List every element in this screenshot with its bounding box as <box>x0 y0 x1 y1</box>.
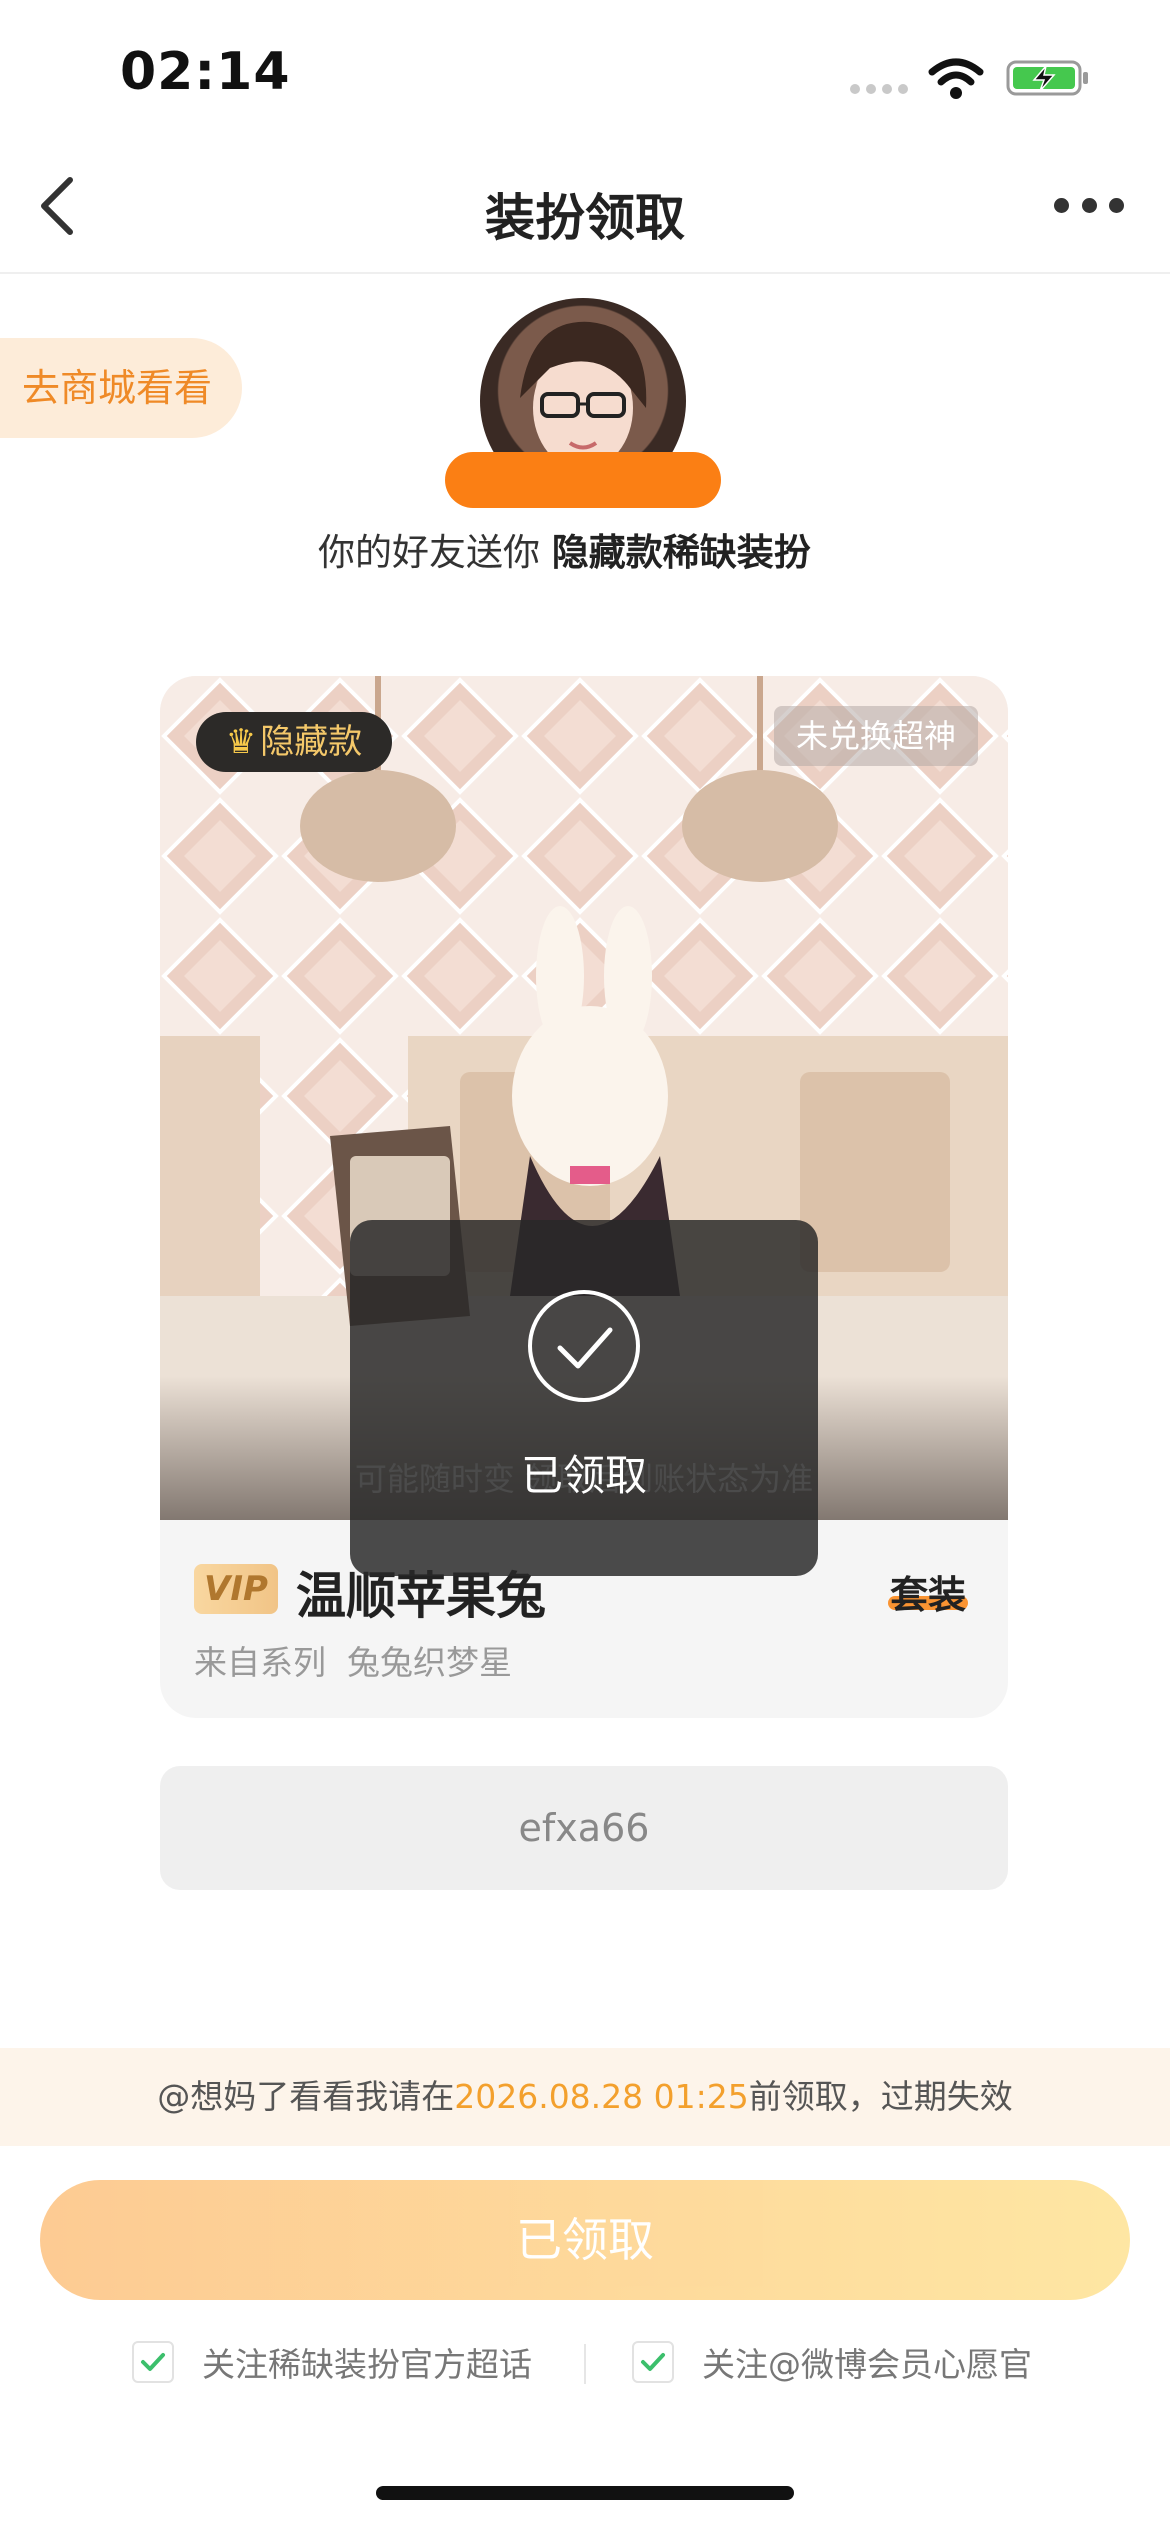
more-options-icon[interactable] <box>1054 198 1124 214</box>
series-info: 来自系列 兔兔织梦星 <box>194 1643 512 1682</box>
claim-button[interactable]: 已领取 <box>40 2180 1130 2300</box>
friend-name-redacted <box>445 452 721 508</box>
follow-label: 关注@微博会员心愿官 <box>702 2345 1032 2384</box>
follow-option-account[interactable]: 关注@微博会员心愿官 <box>632 2338 1032 2386</box>
check-icon <box>141 2353 165 2371</box>
follow-label: 关注稀缺装扮官方超话 <box>202 2345 532 2384</box>
claimed-toast: 已领取 <box>350 1220 818 1576</box>
home-indicator[interactable] <box>376 2486 794 2500</box>
battery-charging-icon <box>1006 60 1088 96</box>
toast-message: 已领取 <box>520 1451 647 1500</box>
vip-badge: VIP <box>194 1564 278 1614</box>
page-title: 装扮领取 <box>485 189 685 247</box>
status-time: 02:14 <box>120 42 291 102</box>
signal-icon <box>850 84 910 96</box>
redeem-code-field[interactable]: efxa66 <box>160 1766 1008 1890</box>
check-circle-icon <box>528 1290 640 1402</box>
deadline-notice: @想妈了看看我请在2026.08.28 01:25前领取，过期失效 <box>0 2048 1170 2146</box>
set-label: 套装 <box>890 1573 967 1617</box>
checkbox-checked[interactable] <box>632 2341 674 2383</box>
follow-option-supertopic[interactable]: 关注稀缺装扮官方超话 <box>132 2338 532 2386</box>
checkbox-checked[interactable] <box>132 2341 174 2383</box>
check-icon <box>641 2353 665 2371</box>
hidden-tag: ♛ 隐藏款 <box>196 712 392 772</box>
gift-message: 你的好友送你 隐藏款稀缺装扮 <box>318 531 811 574</box>
crown-icon: ♛ <box>225 722 257 762</box>
wifi-icon <box>928 58 984 99</box>
status-tag: 未兑换超神 <box>774 706 978 766</box>
follow-divider <box>584 2344 586 2384</box>
go-to-shop-button[interactable]: 去商城看看 <box>0 338 242 438</box>
nav-divider <box>0 272 1170 274</box>
